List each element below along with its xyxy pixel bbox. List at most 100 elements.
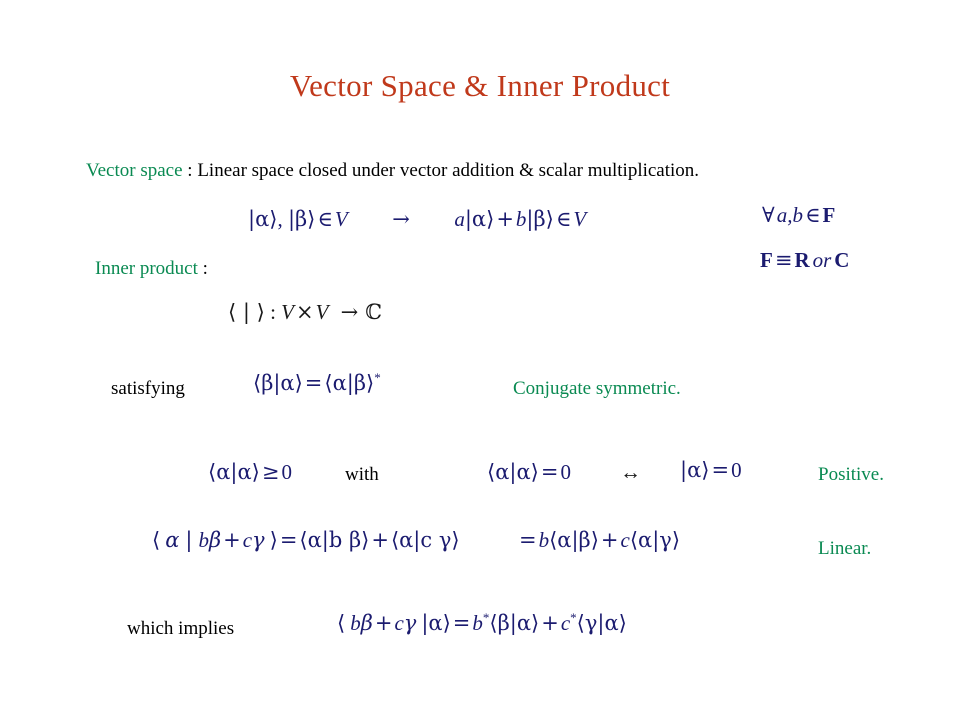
vector-space-V-rhs: V — [573, 207, 587, 231]
plus-sign: + — [374, 611, 393, 635]
gamma-symbol: γ — [252, 528, 265, 552]
braket-alpha-beta: ⟨α|β⟩ — [549, 528, 599, 552]
equals-sign: = — [304, 371, 323, 395]
scalar-b: b — [515, 207, 527, 231]
closure-comma: , — [277, 207, 288, 231]
braket-gamma-alpha: ⟨γ|α⟩ — [576, 611, 627, 635]
bracket-notation: ⟨ | ⟩ — [228, 300, 265, 324]
vector-space-label: Vector space — [86, 160, 183, 181]
braket-alpha-alpha: ⟨α|α⟩ — [487, 460, 539, 484]
equation-null-ket: |α⟩=0 — [680, 458, 742, 483]
zero-value: 0 — [281, 460, 292, 484]
equation-linearity-continued: =b⟨α|β⟩+c⟨α|γ⟩ — [517, 528, 680, 553]
alpha-symbol: α — [165, 528, 180, 552]
equals-sign: = — [279, 528, 298, 552]
bra-open-icon: ⟨ — [337, 611, 346, 635]
scalar-b: b — [350, 611, 361, 635]
equivalence-icon: ≡ — [774, 248, 793, 272]
equation-antilinearity: ⟨ bβ+cγ |α⟩=b*⟨β|α⟩+c*⟨γ|α⟩ — [337, 610, 627, 636]
beta-symbol: β — [208, 528, 222, 552]
braket-alpha-beta: ⟨α|β⟩ — [324, 371, 375, 395]
equation-closure: |α⟩, |β⟩∈V → a|α⟩+b|β⟩∈V — [248, 207, 586, 232]
ket-alpha: |α⟩ — [421, 611, 451, 635]
positive-annotation: Positive. — [818, 464, 884, 485]
inner-product-definition-line: Inner product : — [95, 258, 208, 280]
braket-alpha-c-gamma: ⟨α|c γ⟩ — [390, 528, 460, 552]
implies-arrow-icon: → — [392, 207, 410, 231]
map-colon: : — [264, 300, 282, 324]
scalar-c: c — [242, 528, 253, 552]
zero-value: 0 — [731, 458, 742, 482]
zero-value: 0 — [560, 460, 571, 484]
field-symbol-F: F — [760, 248, 773, 272]
codomain-complex: ℂ — [365, 300, 382, 324]
forall-icon: ∀ — [762, 203, 775, 227]
ket-close-icon: ⟩ — [269, 528, 278, 552]
element-of-icon: ∈ — [317, 207, 333, 231]
braket-beta-alpha: ⟨β|α⟩ — [489, 611, 540, 635]
which-implies-label: which implies — [127, 618, 235, 639]
complex-conjugate-star: * — [374, 370, 381, 385]
maps-to-arrow-icon: → — [340, 300, 359, 324]
satisfying-label: satisfying — [111, 378, 185, 399]
ket-beta-lhs: |β⟩ — [287, 207, 316, 231]
slide-canvas: Vector Space & Inner Product Vector spac… — [0, 0, 960, 720]
plus-sign: + — [223, 528, 241, 552]
plus-sign: + — [496, 207, 514, 231]
equals-sign: = — [519, 528, 537, 552]
iff-arrow-icon: ↔ — [620, 460, 641, 484]
ket-alpha-rhs: |α⟩ — [464, 207, 495, 231]
braket-alpha-b-beta: ⟨α|b β⟩ — [299, 528, 370, 552]
scalar-a: a — [454, 207, 465, 231]
vector-space-V-lhs: V — [334, 207, 348, 231]
braket-beta-alpha: ⟨β|α⟩ — [253, 371, 303, 395]
reals-symbol-R: R — [794, 248, 810, 272]
ket-alpha-lhs: |α⟩ — [248, 207, 278, 231]
equals-sign: = — [540, 460, 559, 484]
equals-sign: = — [711, 458, 730, 482]
equation-inner-product-map: ⟨ | ⟩ : V×V → ℂ — [228, 300, 382, 325]
equation-linearity: ⟨ α | bβ+cγ ⟩=⟨α|b β⟩+⟨α|c γ⟩ — [152, 528, 460, 553]
scalar-b: b — [538, 528, 550, 552]
equation-positivity-zero: ⟨α|α⟩=0 — [487, 460, 571, 485]
bra-open-icon: ⟨ — [152, 528, 161, 552]
page-title: Vector Space & Inner Product — [289, 68, 671, 103]
conjugate-symmetric-annotation: Conjugate symmetric. — [513, 378, 681, 399]
equation-positivity-nonnegative: ⟨α|α⟩≥0 — [208, 460, 292, 485]
field-symbol-F: F — [822, 203, 836, 227]
domain-V1: V — [281, 300, 294, 324]
with-label: with — [345, 464, 379, 485]
complex-symbol-C: C — [834, 248, 850, 272]
vector-space-definition-line: Vector space : Linear space closed under… — [86, 160, 699, 182]
braket-divider-icon: | — [185, 528, 193, 552]
element-of-icon: ∈ — [555, 207, 572, 231]
linear-annotation: Linear. — [818, 538, 872, 559]
equation-field-definition: F≡R or C — [760, 248, 849, 273]
scalar-b-conj: b — [472, 611, 483, 635]
gamma-symbol: γ — [403, 611, 417, 635]
scalar-c-conj: c — [560, 611, 571, 635]
ket-beta-rhs: |β⟩ — [526, 207, 554, 231]
braket-alpha-gamma: ⟨α|γ⟩ — [629, 528, 681, 552]
or-connective: or — [812, 248, 832, 272]
greater-equal-icon: ≥ — [261, 460, 280, 484]
equation-conjugate-symmetry: ⟨β|α⟩=⟨α|β⟩* — [253, 370, 381, 396]
plus-sign: + — [541, 611, 559, 635]
element-of-icon: ∈ — [804, 203, 821, 227]
plus-sign: + — [600, 528, 619, 552]
domain-V2: V — [315, 300, 329, 324]
inner-product-colon: : — [197, 258, 208, 279]
inner-product-label: Inner product — [95, 258, 198, 279]
vector-space-description: Linear space closed under vector additio… — [197, 160, 700, 181]
vector-space-colon: : — [182, 160, 198, 181]
equation-forall-scalars: ∀a,b∈F — [760, 203, 835, 228]
scalar-c: c — [394, 611, 404, 635]
scalar-b: b — [198, 528, 209, 552]
scalar-c: c — [620, 528, 630, 552]
cartesian-product-icon: × — [295, 300, 314, 324]
ket-alpha: |α⟩ — [680, 458, 710, 482]
equals-sign: = — [452, 611, 471, 635]
scalars-ab: a,b — [776, 203, 803, 227]
plus-sign: + — [371, 528, 389, 552]
braket-alpha-alpha: ⟨α|α⟩ — [208, 460, 260, 484]
